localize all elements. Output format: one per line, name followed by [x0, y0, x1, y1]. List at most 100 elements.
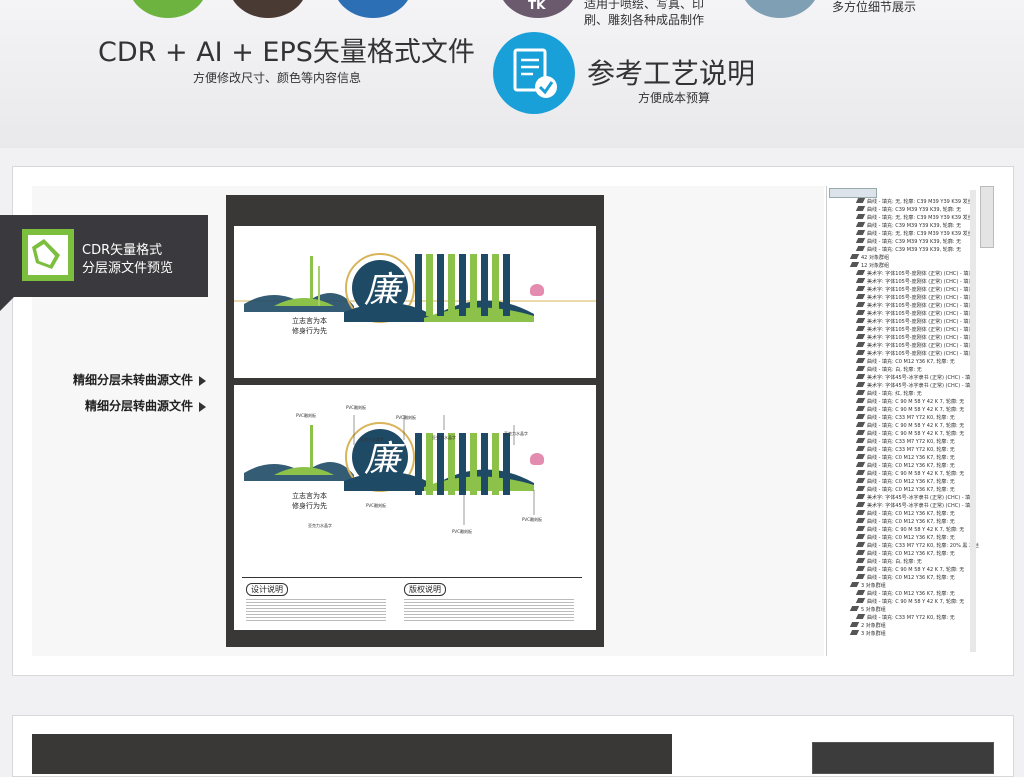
- curve-tool-icon: [855, 614, 866, 619]
- object-tree-row[interactable]: 曲线 - 填充: C33 M7 Y72 K0, 轮廓: 无: [855, 438, 955, 446]
- object-tree-row[interactable]: 曲线 - 填充: C0 M12 Y36 K7, 轮廓: 无: [855, 518, 955, 526]
- object-tree-row[interactable]: 曲线 - 填充: C 90 M 58 Y 42 K 7, 轮廓: 无: [855, 398, 965, 406]
- object-tree-row[interactable]: 曲线 - 填充: 无, 轮廓: C39 M39 Y39 K39 发丝: [855, 214, 973, 222]
- object-tree-row[interactable]: 曲线 - 填充: 红, 轮廓: 无: [855, 390, 922, 398]
- object-tree-row[interactable]: 美术字: 字体105号-庞刚体 (正常) (CHC) - 填充: [855, 286, 973, 294]
- object-tree-row[interactable]: 2 对象群组: [849, 622, 886, 630]
- object-tree-row[interactable]: 曲线 - 填充: C39 M39 Y39 K39, 轮廓: 无: [855, 246, 961, 254]
- object-tree-row-label: 美术字: 字体105号-庞刚体 (正常) (CHC) - 填充: [867, 311, 974, 317]
- curve-tool-icon: [855, 510, 866, 515]
- curve-tool-icon: [855, 542, 866, 547]
- object-tree-row[interactable]: 5 对象群组: [849, 606, 886, 614]
- curve-tool-icon: [855, 478, 866, 483]
- curve-tool-icon: [855, 534, 866, 539]
- artboard-frame: 廉 立志言为本 修身行为先 廉 PVC雕刻板 PVC雕刻板 亚克力水晶字 亚克力…: [226, 195, 604, 647]
- object-tree-row[interactable]: 曲线 - 填充: C0 M12 Y36 K7, 轮廓: 无: [855, 358, 955, 366]
- object-tree-row[interactable]: 曲线 - 填充: C0 M12 Y36 K7, 轮廓: 无: [855, 550, 955, 558]
- object-tree-row[interactable]: 美术字: 字体45号-冰字隶书 (正常) (CHC) - 填充: [855, 374, 975, 382]
- object-tree-row[interactable]: 美术字: 字体105号-庞刚体 (正常) (CHC) - 填充: [855, 318, 973, 326]
- object-tree-row[interactable]: 42 对象群组: [849, 254, 889, 262]
- object-tree-row[interactable]: 曲线 - 填充: C39 M39 Y39 K39, 轮廓: 无: [855, 206, 962, 214]
- divider-line: [242, 577, 582, 578]
- object-tree-row[interactable]: 美术字: 字体105号-庞刚体 (正常) (CHC) - 填充: [855, 326, 973, 334]
- object-tree-row[interactable]: 3 对象群组: [849, 630, 886, 638]
- lotus-flower-icon: [530, 453, 544, 465]
- object-tree-row-label: 曲线 - 填充: C 90 M 58 Y 42 K 7, 轮廓: 无: [867, 423, 965, 429]
- slogan-2-line-2: 修身行为先: [292, 502, 327, 510]
- object-tree-row-label: 曲线 - 填充: C33 M7 Y72 K0, 轮廓: 无: [867, 439, 955, 445]
- object-tree-row[interactable]: 曲线 - 填充: C0 M12 Y36 K7, 轮廓: 无: [855, 534, 955, 542]
- artboard-design-2[interactable]: 廉 PVC雕刻板 PVC雕刻板 亚克力水晶字 亚克力水晶字 亚克力水晶字 PVC…: [234, 385, 596, 630]
- object-tree-row[interactable]: 曲线 - 填充: C 90 M 58 Y 42 K 7, 轮廓: 无: [855, 470, 964, 478]
- object-tree-row[interactable]: 12 对象群组: [849, 262, 889, 270]
- object-tree-row[interactable]: 美术字: 字体105号-庞刚体 (正常) (CHC) - 填充: [855, 310, 974, 318]
- object-tree-row[interactable]: 曲线 - 填充: 无, 轮廓: C39 M39 Y39 K39 发丝: [855, 230, 973, 238]
- curve-tool-icon: [855, 222, 866, 227]
- object-tree-row[interactable]: 曲线 - 填充: C0 M12 Y36 K7, 轮廓: 无: [855, 574, 955, 582]
- object-tree-row[interactable]: 美术字: 字体105号-庞刚体 (正常) (CHC) - 填充: [855, 342, 973, 350]
- object-tree-row[interactable]: 美术字: 字体45号-冰字隶书 (正常) (CHC) - 填充: [855, 502, 976, 510]
- curve-tool-icon: [855, 438, 866, 443]
- object-tree-row-label: 曲线 - 填充: C0 M12 Y36 K7, 轮廓: 无: [867, 551, 955, 557]
- object-tree-row[interactable]: 曲线 - 填充: C33 M7 Y72 K0, 轮廓: 无: [855, 414, 955, 422]
- object-tree-row[interactable]: 美术字: 字体105号-庞刚体 (正常) (CHC) - 填充: [855, 302, 973, 310]
- object-tree-row[interactable]: 曲线 - 填充: 白, 轮廓: 无: [855, 366, 922, 374]
- object-tree-row[interactable]: 曲线 - 填充: C0 M12 Y36 K7, 轮廓: 无: [855, 454, 955, 462]
- object-tree-row[interactable]: 美术字: 字体105号-庞刚体 (正常) (CHC) - 填充: [855, 278, 973, 286]
- object-tree-row[interactable]: 曲线 - 填充: C0 M12 Y36 K7, 轮廓: 无: [855, 462, 955, 470]
- object-tree-row-label: 曲线 - 填充: C0 M12 Y36 K7, 轮廓: 无: [867, 591, 955, 597]
- object-tree-row[interactable]: 曲线 - 填充: C33 M7 Y72 K0, 轮廓: 无: [855, 446, 955, 454]
- callout-5: 亚克力水晶字: [504, 431, 528, 436]
- object-tree-row[interactable]: 曲线 - 填充: C 90 M 58 Y 42 K 7, 轮廓: 无: [855, 566, 964, 574]
- object-tree-row[interactable]: 曲线 - 填充: C39 M39 Y39 K39, 轮廓: 无: [855, 222, 961, 230]
- curve-tool-icon: [849, 262, 860, 267]
- object-tree-row[interactable]: 3 对象群组: [849, 582, 886, 590]
- object-tree-row[interactable]: 曲线 - 填充: C 90 M 58 Y 42 K 7, 轮廓: 无: [855, 430, 964, 438]
- detail-icon: [740, 0, 820, 18]
- object-tree-row[interactable]: 曲线 - 填充: 白, 轮廓: 无: [855, 558, 922, 566]
- object-tree-row[interactable]: 美术字: 字体105号-庞刚体 (正常) (CHC) - 填充: [855, 334, 973, 342]
- object-tree-row[interactable]: 曲线 - 填充: C0 M12 Y36 K7, 轮廓: 无: [855, 510, 955, 518]
- object-tree-row-label: 曲线 - 填充: C0 M12 Y36 K7, 轮廓: 无: [867, 535, 955, 541]
- object-tree-row[interactable]: 曲线 - 填充: C 90 M 58 Y 42 K 7, 轮廓: 无: [855, 406, 964, 414]
- object-tree-row-label: 曲线 - 填充: C0 M12 Y36 K7, 轮廓: 无: [867, 575, 955, 581]
- source-link-converted[interactable]: 精细分层转曲源文件: [85, 397, 206, 414]
- artboard-design-1[interactable]: 廉 立志言为本 修身行为先: [234, 226, 596, 378]
- object-tree-row-label: 曲线 - 填充: C39 M39 Y39 K39, 轮廓: 无: [867, 207, 962, 213]
- object-manager-scrollbar[interactable]: [970, 190, 976, 652]
- play-arrow-icon: [199, 375, 206, 386]
- object-tree-row[interactable]: 曲线 - 填充: C0 M12 Y36 K7, 轮廓: 无: [855, 486, 955, 494]
- callout-7: PVC雕刻板: [366, 503, 386, 508]
- object-tree-row[interactable]: 曲线 - 填充: C33 M7 Y72 K0, 轮廓: 20% 黑 发丝: [855, 542, 979, 550]
- curve-tool-icon: [855, 406, 866, 411]
- object-tree-row-label: 美术字: 字体45号-冰字隶书 (正常) (CHC) - 填充: [867, 503, 976, 509]
- object-tree-row-label: 美术字: 字体105号-庞刚体 (正常) (CHC) - 填充: [867, 271, 974, 277]
- object-manager-panel[interactable]: 曲线 - 填充: 无, 轮廓: C39 M39 Y39 K39 发丝 曲线 - 填…: [826, 186, 979, 656]
- object-tree-row[interactable]: 美术字: 字体105号-庞刚体 (正常) (CHC) - 填充: [855, 350, 973, 358]
- curve-tool-icon: [855, 286, 866, 291]
- callout-10: 亚克力水晶字: [308, 523, 332, 528]
- cdr-logo-icon: [22, 229, 74, 281]
- object-tree-row[interactable]: 曲线 - 填充: C39 M39 Y39 K39, 轮廓: 无: [855, 238, 961, 246]
- object-manager-toolbar: [829, 188, 877, 198]
- docker-tabs[interactable]: [980, 186, 994, 248]
- object-tree-row[interactable]: 美术字: 字体105号-庞刚体 (正常) (CHC) - 填充: [855, 294, 973, 302]
- top-banner: TK 适用于喷绘、写真、印 刷、雕刻各种成品制作 多方位细节展示 CDR + A…: [0, 0, 1024, 148]
- cdr-tag-line-2: 分层源文件预览: [82, 261, 174, 276]
- object-tree-row[interactable]: 美术字: 字体45号-冰字隶书 (正常) (CHC) - 填充: [855, 382, 975, 390]
- object-tree-row[interactable]: 美术字: 字体45号-冰字隶书 (正常) (CHC) - 填充: [855, 494, 975, 502]
- object-tree-row[interactable]: 曲线 - 填充: C33 M7 Y72 K0, 轮廓: 无: [855, 614, 955, 622]
- source-link-unconverted-label: 精细分层未转曲源文件: [72, 373, 193, 387]
- source-link-unconverted[interactable]: 精细分层未转曲源文件: [73, 371, 206, 388]
- object-tree-row[interactable]: 美术字: 字体105号-庞刚体 (正常) (CHC) - 填充: [855, 270, 974, 278]
- slogan-1-line-2: 修身行为先: [292, 327, 327, 335]
- object-tree-row[interactable]: 曲线 - 填充: 无, 轮廓: C39 M39 Y39 K39 发丝: [855, 198, 973, 206]
- object-tree-row-label: 曲线 - 填充: C 90 M 58 Y 42 K 7, 轮廓: 无: [867, 399, 965, 405]
- object-tree-row[interactable]: 曲线 - 填充: C 90 M 58 Y 42 K 7, 轮廓: 无: [855, 598, 964, 606]
- object-tree-row[interactable]: 曲线 - 填充: C0 M12 Y36 K7, 轮廓: 无: [855, 478, 955, 486]
- object-tree-row[interactable]: 曲线 - 填充: C 90 M 58 Y 42 K 7, 轮廓: 无: [855, 526, 964, 534]
- object-tree-row[interactable]: 曲线 - 填充: C0 M12 Y36 K7, 轮廓: 无: [855, 590, 955, 598]
- object-tree-row-label: 曲线 - 填充: C0 M12 Y36 K7, 轮廓: 无: [867, 487, 955, 493]
- object-tree-row[interactable]: 曲线 - 填充: C 90 M 58 Y 42 K 7, 轮廓: 无: [855, 422, 965, 430]
- tag-fold: [0, 297, 14, 311]
